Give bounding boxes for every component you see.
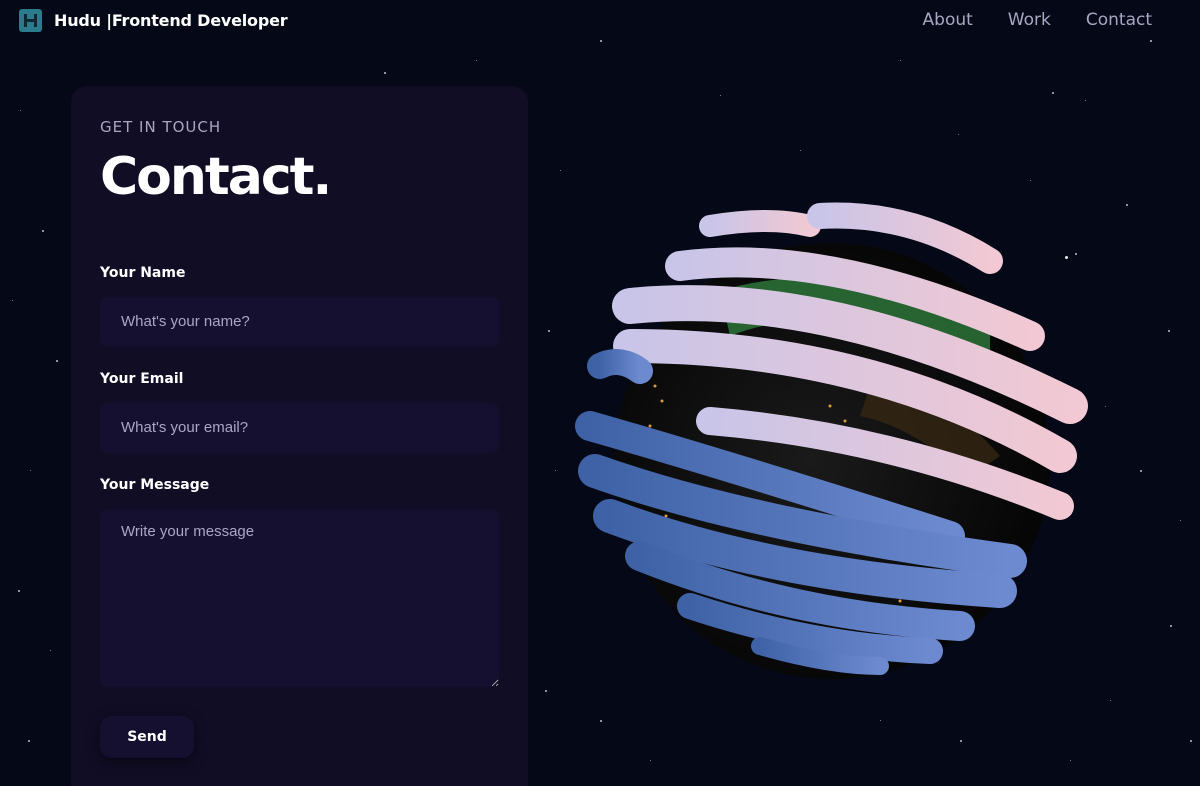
nav-link-work[interactable]: Work [1008,10,1051,30]
nav-link-about[interactable]: About [923,10,973,30]
contact-card: GET IN TOUCH Contact. Your Name Your Ema… [71,86,528,786]
brand-name: Hudu |Frontend Developer [54,10,288,30]
name-input[interactable] [100,296,499,347]
send-button[interactable]: Send [100,715,194,758]
name-label: Your Name [100,264,186,281]
hudu-h-logo-icon [19,8,42,32]
message-label: Your Message [100,476,210,493]
earth-3d-model[interactable] [570,196,1090,696]
email-label: Your Email [100,370,184,387]
page-title: Contact. [100,147,332,207]
email-input[interactable] [100,402,499,453]
brand-link[interactable]: Hudu |Frontend Developer [19,8,288,32]
section-eyebrow: GET IN TOUCH [100,118,222,136]
nav-link-contact[interactable]: Contact [1086,10,1152,30]
top-navbar: Hudu |Frontend Developer About Work Cont… [0,0,1200,40]
message-textarea[interactable] [100,508,499,687]
nav-links: About Work Contact [923,10,1152,30]
